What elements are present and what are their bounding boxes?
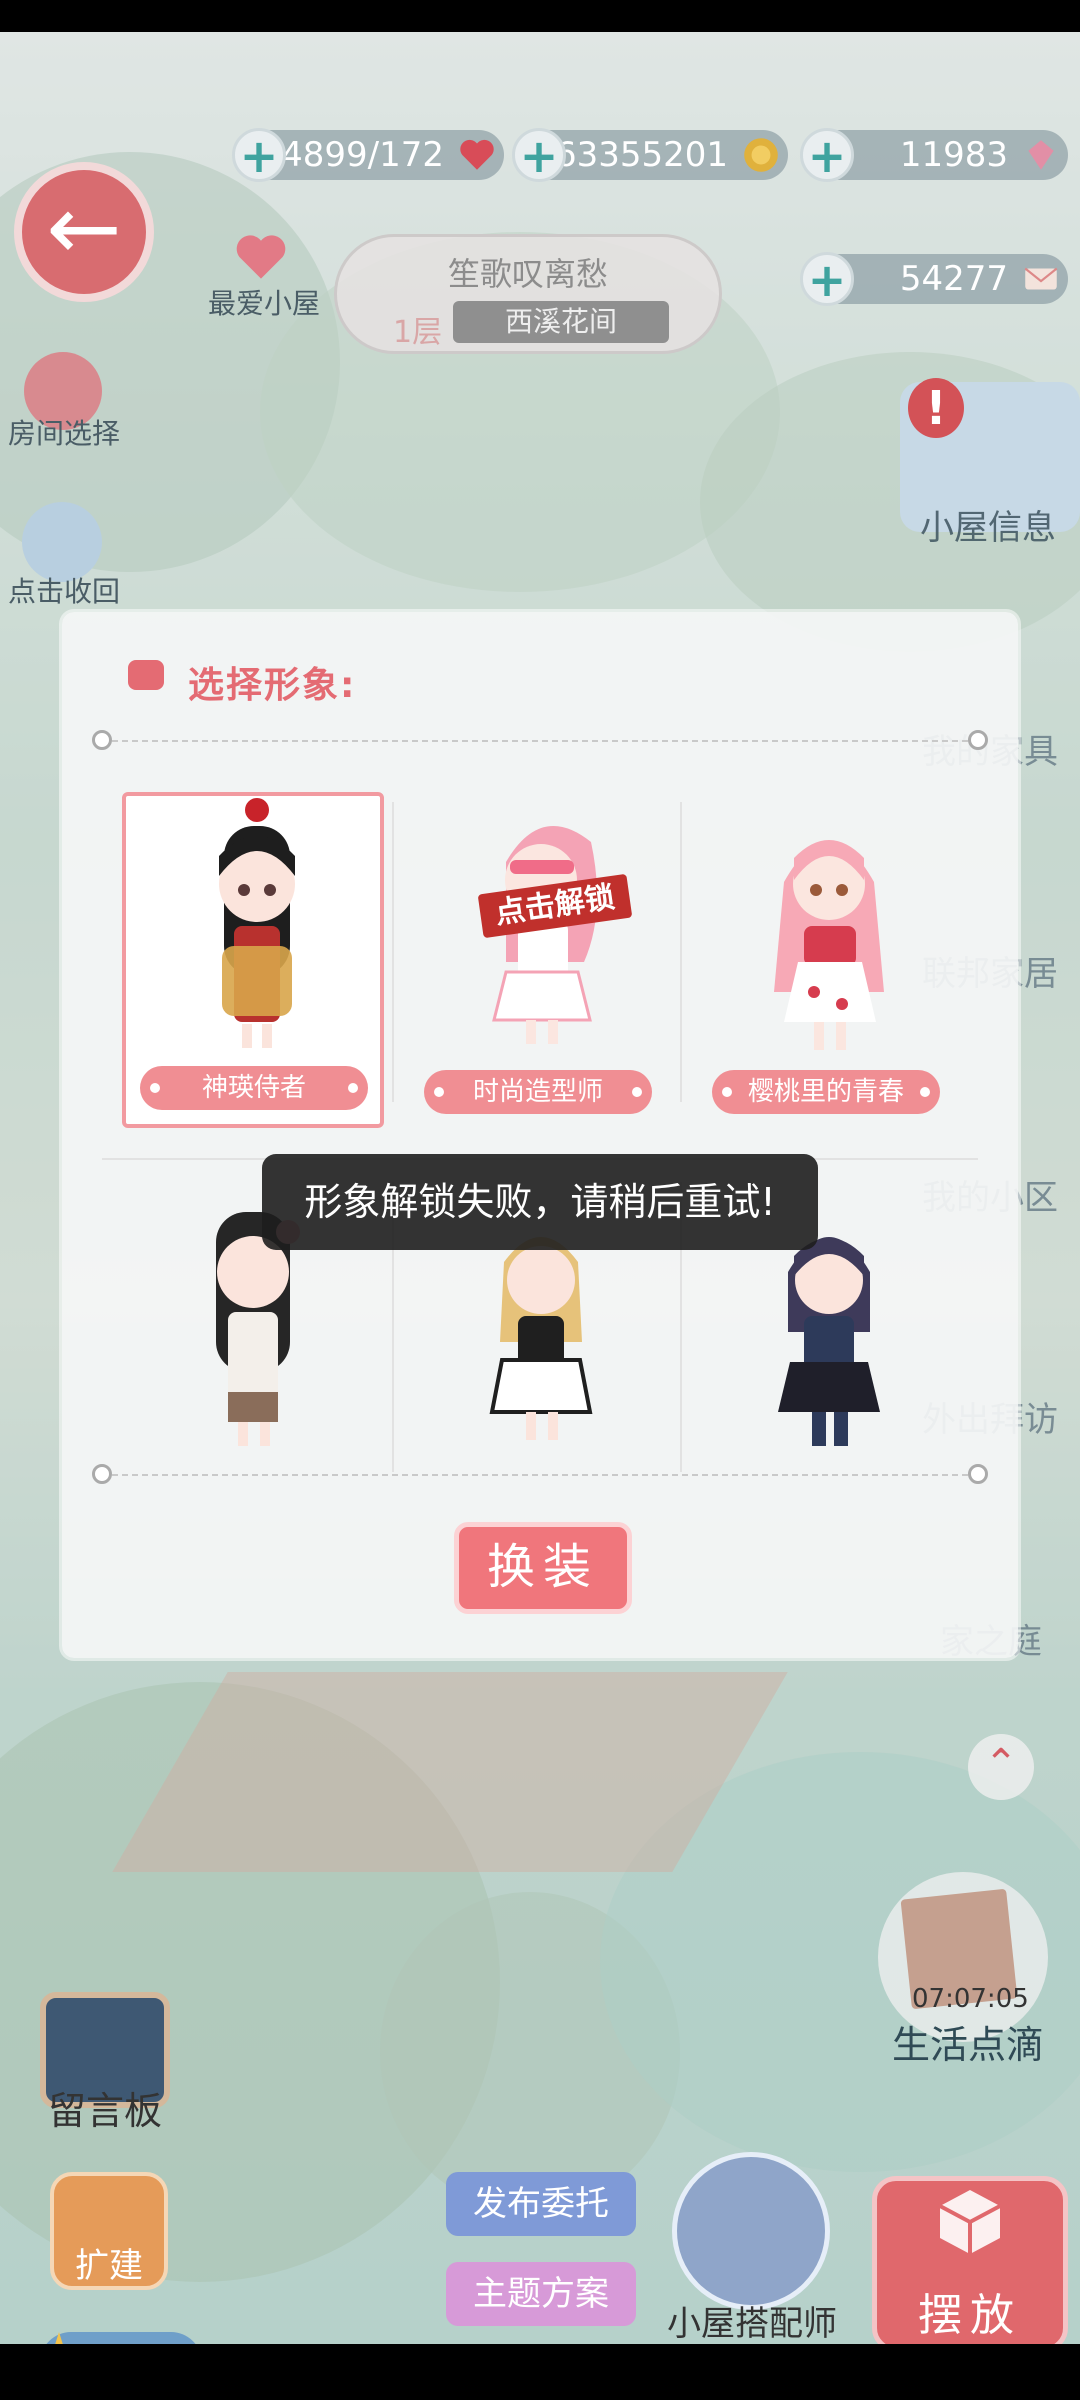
character-card-2[interactable]: 点击解锁 时尚造型师 xyxy=(410,792,672,1128)
add-coins-button[interactable]: + xyxy=(512,128,566,182)
divider-dot xyxy=(968,730,988,750)
share-button[interactable]: 分享 xyxy=(40,2332,202,2344)
room-matcher-icon[interactable] xyxy=(672,2152,830,2310)
dialog-divider-bottom xyxy=(102,1474,978,1476)
character-name-3: 樱桃里的青春 xyxy=(712,1070,940,1114)
divider-dot xyxy=(92,730,112,750)
dialog-title: 选择形象: xyxy=(188,665,357,706)
character-name-1: 神瑛侍者 xyxy=(140,1066,368,1110)
alert-icon: ! xyxy=(908,378,964,438)
diamond-counter: + 11983 xyxy=(800,128,1068,182)
place-label: 摆放 xyxy=(918,2290,1022,2341)
coin-counter: + 63355201 xyxy=(512,128,788,182)
error-toast: 形象解锁失败，请稍后重试! xyxy=(262,1154,818,1250)
room-name: 笙歌叹离愁 xyxy=(447,255,608,293)
add-diamonds-button[interactable]: + xyxy=(800,128,854,182)
select-character-dialog: 选择形象: 神瑛侍者 点击解锁 时尚造型师 樱桃里的青春 换装 xyxy=(62,612,1018,1658)
floor-label: 1层 xyxy=(393,315,443,350)
scroll-up-button[interactable]: ⌃ xyxy=(968,1734,1034,1800)
shirt-icon xyxy=(128,660,164,690)
heart-icon xyxy=(460,139,494,170)
room-select-label: 房间选择 xyxy=(7,417,120,450)
envelope-icon xyxy=(1024,267,1058,290)
room-area-label: 西溪花间 xyxy=(453,301,669,343)
divider-dot xyxy=(968,1464,988,1484)
letter-counter: + 54277 xyxy=(800,252,1068,306)
coins-value: 63355201 xyxy=(554,135,728,175)
favorite-room-label: 最爱小屋 xyxy=(207,287,320,320)
publish-label: 发布委托 xyxy=(473,2184,609,2224)
coin-icon xyxy=(744,138,778,172)
message-board-label[interactable]: 留言板 xyxy=(30,2080,180,2135)
expand-label: 扩建 xyxy=(75,2246,143,2286)
add-stamina-button[interactable]: + xyxy=(232,128,286,182)
diamonds-value: 11983 xyxy=(899,135,1008,175)
character-portrait-1 xyxy=(219,798,295,1048)
stamina-value: 34899/172 xyxy=(259,135,444,175)
box-icon xyxy=(939,2190,1001,2254)
character-portrait-3 xyxy=(774,840,884,1050)
diamond-icon xyxy=(1028,140,1054,170)
theme-plan-button[interactable]: 主题方案 xyxy=(446,2262,636,2326)
collapse-label: 点击收回 xyxy=(7,575,120,608)
stamina-counter: + 34899/172 xyxy=(232,128,504,182)
life-tips-timer: 07:07:05 xyxy=(912,1984,1029,2014)
divider-dot xyxy=(92,1464,112,1484)
navigation-bar xyxy=(0,2344,1080,2400)
arrow-left-icon: ← xyxy=(46,176,122,281)
room-info-label[interactable]: 小屋信息 xyxy=(920,500,1056,549)
letters-value: 54277 xyxy=(899,259,1008,299)
dialog-divider-top xyxy=(102,740,978,742)
life-tips-label: 生活点滴 xyxy=(891,2023,1044,2067)
character-name-2: 时尚造型师 xyxy=(424,1070,652,1114)
change-outfit-button[interactable]: 换装 xyxy=(454,1522,632,1614)
expand-button[interactable]: 扩建 xyxy=(50,2172,168,2290)
character-card-1[interactable]: 神瑛侍者 xyxy=(122,792,384,1128)
favorite-heart-icon[interactable] xyxy=(234,232,288,282)
theme-label: 主题方案 xyxy=(473,2274,609,2314)
status-bar xyxy=(0,0,1080,32)
add-letters-button[interactable]: + xyxy=(800,252,854,306)
room-matcher-label[interactable]: 小屋搭配师 xyxy=(652,2296,852,2344)
character-card-3[interactable]: 樱桃里的青春 xyxy=(698,792,960,1128)
room-title-panel[interactable]: 笙歌叹离愁 1层 西溪花间 xyxy=(334,234,722,354)
publish-request-button[interactable]: 发布委托 xyxy=(446,2172,636,2236)
back-button[interactable]: ← xyxy=(14,162,154,302)
